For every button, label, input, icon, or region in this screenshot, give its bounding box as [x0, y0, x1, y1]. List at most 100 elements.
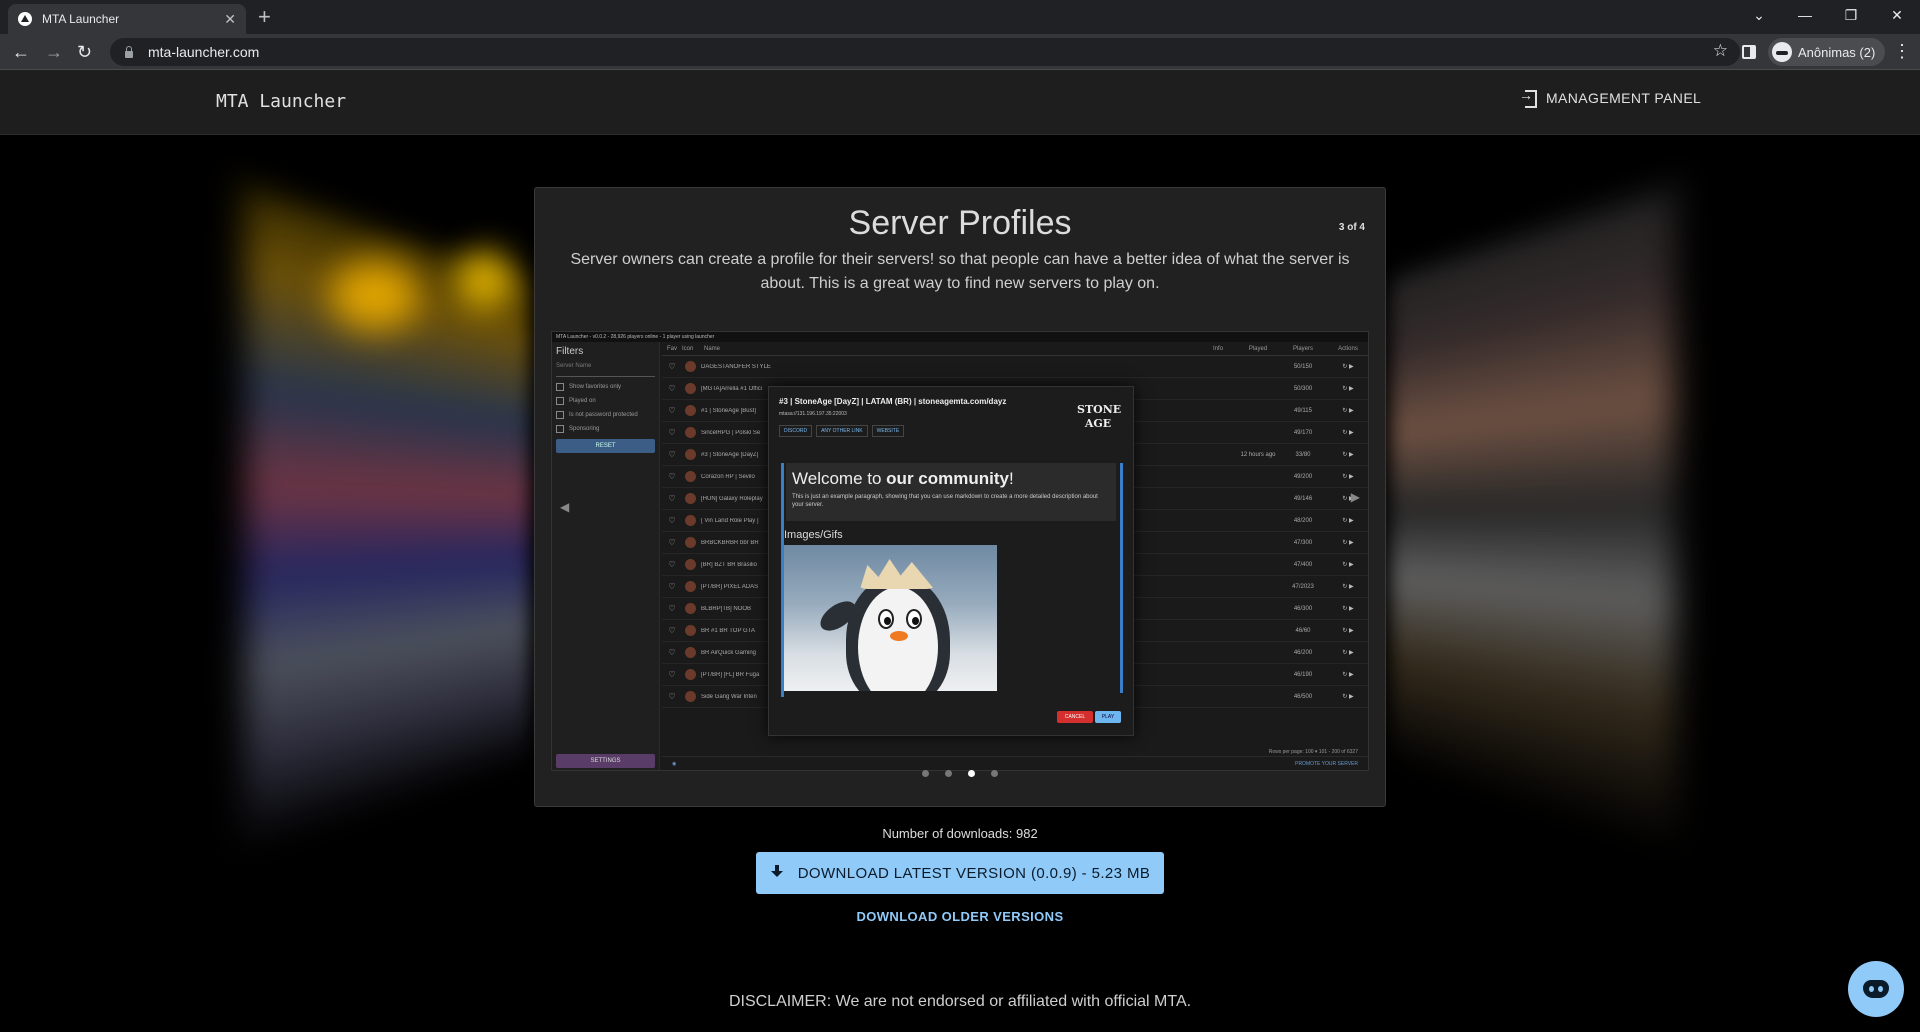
row-actions: ↻ ▶: [1328, 649, 1368, 656]
close-window-button[interactable]: ✕: [1874, 7, 1920, 24]
server-icon: [685, 361, 696, 372]
server-players: 46/60: [1295, 627, 1311, 634]
server-name: BR #1 BR TOP GTA: [701, 627, 755, 634]
browser-menu-icon[interactable]: ⋮: [1893, 42, 1911, 60]
server-name: [HUN] Galaxy Roleplay: [701, 495, 763, 502]
play-icon: ▶: [1349, 584, 1354, 590]
carousel-prev-icon[interactable]: ◀: [560, 500, 569, 514]
server-name: DAGESTANOFER STYLE ORIGINAL [MTA]: [701, 363, 771, 370]
download-latest-button[interactable]: DOWNLOAD LATEST VERSION (0.0.9) - 5.23 M…: [756, 852, 1164, 894]
download-icon: [770, 865, 784, 881]
tab-close-icon[interactable]: ✕: [224, 11, 236, 28]
server-name: #1 | StoneAge [Bust]: [701, 407, 756, 414]
download-older-versions-link[interactable]: DOWNLOAD OLDER VERSIONS: [0, 909, 1920, 924]
settings-button: SETTINGS: [556, 754, 655, 768]
play-icon: ▶: [1349, 430, 1354, 436]
profile-button[interactable]: Anônimas (2): [1768, 38, 1886, 66]
favorite-heart-icon: ♡: [668, 494, 676, 503]
feature-carousel: Server Profiles 3 of 4 Server owners can…: [534, 187, 1386, 807]
carousel-title: Server Profiles: [848, 204, 1072, 242]
site-logo[interactable]: MTA Launcher: [216, 91, 346, 112]
server-name: SincelRPG | Polskl Se: [701, 429, 761, 436]
modal-ip: mtasa://131.196.197.35:22003: [779, 411, 847, 417]
carousel-next-icon[interactable]: ▶: [1351, 490, 1360, 504]
filter-checkbox: Sponsoring: [556, 425, 655, 433]
play-icon: ▶: [1349, 452, 1354, 458]
row-actions: ↻ ▶: [1328, 451, 1368, 458]
column-header: Played: [1248, 345, 1268, 352]
favorite-heart-icon: ♡: [668, 538, 676, 547]
row-actions: ↻ ▶: [1328, 495, 1368, 502]
disclaimer-text: DISCLAIMER: We are not endorsed or affil…: [728, 993, 1192, 1010]
screenshot-filters-sidebar: Filters Server Name Show favorites only …: [552, 342, 660, 770]
background-glow: [455, 250, 515, 310]
row-actions: ↻ ▶: [1328, 363, 1368, 370]
bookmark-star-icon[interactable]: ☆: [1713, 41, 1728, 61]
server-players: 33/80: [1295, 451, 1311, 458]
server-icon: [685, 647, 696, 658]
forward-icon[interactable]: →: [45, 41, 63, 63]
window-controls: ⌄ — ❐ ✕: [1736, 0, 1920, 30]
row-actions: ↻ ▶: [1328, 561, 1368, 568]
server-players: 46/300: [1293, 605, 1313, 612]
column-header: Players: [1292, 345, 1313, 352]
back-icon[interactable]: ←: [12, 41, 30, 63]
server-table-header: Fav Icon Name Info Played Players Action…: [662, 342, 1368, 356]
address-bar[interactable]: mta-launcher.com ☆: [110, 38, 1740, 66]
login-icon: [1519, 87, 1537, 108]
favorite-heart-icon: ♡: [668, 692, 676, 701]
server-name: [MGTA]Arrella #1 Offici: [701, 385, 763, 392]
tab-search-icon[interactable]: ⌄: [1736, 7, 1782, 24]
server-name: [PT/BR] [FL] BR Fuga: [701, 671, 760, 678]
minimize-button[interactable]: —: [1782, 7, 1828, 23]
carousel-description: Server owners can create a profile for t…: [570, 251, 1350, 292]
column-header: Fav: [666, 345, 677, 352]
browser-toolbar: ← → ↻ mta-launcher.com ☆ Anônimas (2) ⋮: [0, 34, 1920, 70]
incognito-icon: [1772, 42, 1792, 62]
carousel-dot[interactable]: [945, 770, 952, 777]
carousel-indicators: [535, 770, 1385, 777]
carousel-dot[interactable]: [991, 770, 998, 777]
column-header: Info: [1212, 345, 1223, 352]
reload-icon[interactable]: ↻: [77, 41, 92, 63]
modal-cancel-button: CANCEL: [1057, 711, 1093, 723]
row-actions: ↻ ▶: [1328, 671, 1368, 678]
discord-small-icon: ◉: [672, 760, 677, 767]
server-players: 49/115: [1294, 407, 1312, 414]
url-text: mta-launcher.com: [148, 44, 260, 60]
site-favicon-icon: [18, 12, 32, 26]
carousel-dot[interactable]: [968, 770, 975, 777]
side-panel-icon[interactable]: [1742, 45, 1756, 59]
play-icon: ▶: [1349, 518, 1354, 524]
play-icon: ▶: [1349, 364, 1354, 370]
favorite-heart-icon: ♡: [668, 362, 676, 371]
server-players: 49/146: [1293, 495, 1313, 502]
refresh-icon: ↻: [1342, 540, 1348, 546]
favorite-heart-icon: ♡: [668, 450, 676, 459]
management-panel-link[interactable]: MANAGEMENT PANEL: [1519, 87, 1701, 108]
row-actions: ↻ ▶: [1328, 385, 1368, 392]
browser-tab[interactable]: MTA Launcher ✕: [8, 4, 246, 34]
server-name: BLBRP[TB] NOOB: [701, 605, 752, 612]
discord-button[interactable]: [1848, 961, 1904, 1017]
server-icon: [685, 427, 696, 438]
favorite-heart-icon: ♡: [668, 516, 676, 525]
server-players: 50/300: [1293, 385, 1313, 392]
modal-title: #3 | StoneAge [DayZ] | LATAM (BR) | ston…: [779, 397, 1007, 406]
carousel-dot[interactable]: [922, 770, 929, 777]
favorite-heart-icon: ♡: [668, 472, 676, 481]
row-actions: ↻ ▶: [1328, 693, 1368, 700]
new-tab-button[interactable]: +: [258, 5, 271, 29]
server-players: 47/300: [1293, 539, 1313, 546]
filter-checkbox: Show favorites only: [556, 383, 655, 391]
server-name: Corazon RP | Sevilo: [701, 473, 755, 480]
server-icon: [685, 471, 696, 482]
favorite-heart-icon: ♡: [668, 428, 676, 437]
browser-tabbar: MTA Launcher ✕ + ⌄ — ❐ ✕: [0, 0, 1920, 34]
restore-button[interactable]: ❐: [1828, 7, 1874, 24]
refresh-icon: ↻: [1342, 606, 1348, 612]
server-icon: [685, 449, 696, 460]
server-icon: [685, 383, 696, 394]
refresh-icon: ↻: [1342, 474, 1348, 480]
refresh-icon: ↻: [1342, 694, 1348, 700]
